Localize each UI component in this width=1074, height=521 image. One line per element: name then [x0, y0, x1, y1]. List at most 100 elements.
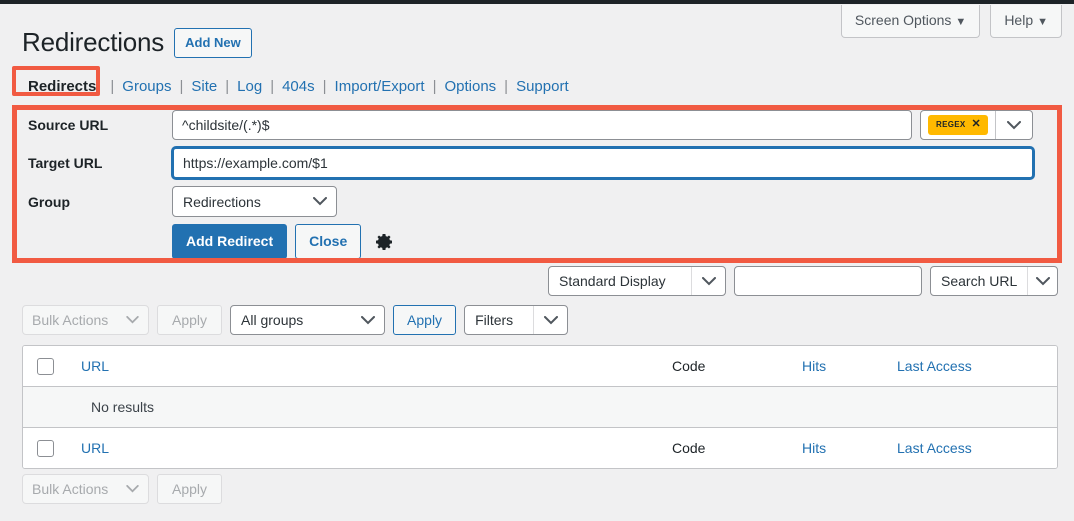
search-type-select[interactable]: Search URL — [930, 266, 1058, 296]
chevron-down-icon: ▼ — [1037, 16, 1048, 28]
chevron-down-icon — [691, 267, 725, 295]
table-empty-row: No results — [23, 387, 1057, 428]
column-header-url: URL — [81, 346, 672, 387]
subnav-separator: | — [173, 78, 189, 95]
search-type-value: Search URL — [931, 273, 1027, 289]
screen-options-button[interactable]: Screen Options▼ — [841, 5, 980, 38]
column-header-hits-link[interactable]: Hits — [802, 358, 826, 374]
subnav-item-redirects[interactable]: Redirects — [20, 74, 104, 99]
source-flags-dropdown-button[interactable] — [995, 111, 1032, 139]
column-footer-url-link[interactable]: URL — [81, 440, 109, 456]
subnav-separator: | — [317, 78, 333, 95]
subnav-item-groups[interactable]: Groups — [120, 78, 173, 95]
column-footer-hits: Hits — [802, 428, 897, 469]
subnav-separator: | — [427, 78, 443, 95]
subnav-item-404s[interactable]: 404s — [280, 78, 317, 95]
subnav-item-support[interactable]: Support — [514, 78, 571, 95]
filters-select[interactable]: Filters — [464, 305, 568, 335]
form-actions: Add Redirect Close — [17, 224, 1057, 259]
apply-group-filter-button[interactable]: Apply — [393, 305, 456, 335]
source-flags-group: REGEX ✕ — [920, 110, 1033, 140]
column-footer-last-access: Last Access — [897, 428, 1057, 469]
search-input[interactable] — [734, 266, 922, 296]
table-header-row: URL Code Hits Last Access — [23, 346, 1057, 387]
table-empty-message: No results — [23, 387, 1057, 428]
select-all-header — [23, 346, 81, 387]
add-new-button[interactable]: Add New — [174, 28, 252, 59]
column-header-hits: Hits — [802, 346, 897, 387]
subnav-separator: | — [264, 78, 280, 95]
close-button[interactable]: Close — [295, 224, 361, 259]
group-filter-value: All groups — [231, 312, 313, 328]
target-url-label: Target URL — [17, 155, 172, 171]
column-header-code: Code — [672, 346, 802, 387]
group-label: Group — [17, 194, 172, 210]
target-url-input[interactable] — [172, 147, 1034, 179]
help-label: Help — [1004, 12, 1033, 28]
chevron-down-icon — [126, 316, 148, 324]
bulk-actions-select-bottom[interactable]: Bulk Actions — [22, 474, 149, 504]
screen-meta-links: Screen Options▼ Help▼ — [841, 5, 1062, 38]
column-header-last-access: Last Access — [897, 346, 1057, 387]
subnav-item-options[interactable]: Options — [442, 78, 498, 95]
display-mode-select[interactable]: Standard Display — [548, 266, 726, 296]
gear-icon-glyph — [374, 232, 394, 252]
column-footer-last-access-link[interactable]: Last Access — [897, 440, 972, 456]
chevron-down-icon: ▼ — [955, 16, 966, 28]
select-all-checkbox-bottom[interactable] — [37, 440, 54, 457]
source-url-label: Source URL — [17, 117, 172, 133]
gear-icon[interactable] — [372, 232, 396, 252]
apply-bulk-button-bottom[interactable]: Apply — [157, 474, 222, 504]
target-url-row: Target URL — [17, 147, 1057, 179]
group-row: Group Redirections — [17, 186, 1057, 217]
select-all-checkbox-top[interactable] — [37, 358, 54, 375]
add-redirect-form: Source URL REGEX ✕ Target URL Group Redi… — [17, 110, 1057, 258]
page-title: Redirections — [22, 26, 164, 60]
display-filter-row: Standard Display Search URL — [548, 266, 1058, 296]
screen-options-label: Screen Options — [855, 12, 952, 28]
source-url-row: Source URL REGEX ✕ — [17, 110, 1057, 140]
close-icon[interactable]: ✕ — [972, 118, 982, 131]
subnav-item-site[interactable]: Site — [189, 78, 219, 95]
subnav-item-import-export[interactable]: Import/Export — [333, 78, 427, 95]
column-footer-code-label: Code — [672, 440, 705, 456]
bulk-actions-row-bottom: Bulk Actions Apply — [22, 474, 222, 504]
table-footer-row: URL Code Hits Last Access — [23, 428, 1057, 469]
admin-bar-edge — [0, 0, 1074, 4]
subnav-separator: | — [498, 78, 514, 95]
column-footer-code: Code — [672, 428, 802, 469]
bulk-actions-row-top: Bulk Actions Apply All groups Apply Filt… — [22, 305, 568, 335]
group-select-value: Redirections — [173, 194, 271, 210]
source-url-input[interactable] — [172, 110, 912, 140]
column-header-code-label: Code — [672, 358, 705, 374]
column-footer-hits-link[interactable]: Hits — [802, 440, 826, 456]
regex-badge-wrap: REGEX ✕ — [921, 111, 995, 139]
regex-badge[interactable]: REGEX ✕ — [928, 115, 988, 134]
redirects-table: URL Code Hits Last Access No results — [22, 345, 1058, 469]
subnav: Redirects | Groups | Site | Log | 404s |… — [20, 74, 571, 99]
chevron-down-icon — [1027, 267, 1057, 295]
subnav-separator: | — [104, 78, 120, 95]
page-header: Redirections Add New — [22, 26, 252, 60]
chevron-down-icon — [533, 306, 567, 334]
help-button[interactable]: Help ▼ — [990, 5, 1062, 38]
filters-value: Filters — [465, 312, 523, 328]
apply-bulk-button-top[interactable]: Apply — [157, 305, 222, 335]
bulk-actions-value: Bulk Actions — [23, 312, 117, 328]
column-header-url-link[interactable]: URL — [81, 358, 109, 374]
group-select[interactable]: Redirections — [172, 186, 337, 217]
column-header-last-access-link[interactable]: Last Access — [897, 358, 972, 374]
display-mode-value: Standard Display — [549, 273, 676, 289]
group-filter-select[interactable]: All groups — [230, 305, 385, 335]
subnav-item-log[interactable]: Log — [235, 78, 264, 95]
add-redirect-button[interactable]: Add Redirect — [172, 224, 287, 259]
bulk-actions-value-bottom: Bulk Actions — [23, 481, 117, 497]
chevron-down-icon — [126, 485, 148, 493]
bulk-actions-select-top[interactable]: Bulk Actions — [22, 305, 149, 335]
subnav-separator: | — [219, 78, 235, 95]
chevron-down-icon — [1007, 121, 1021, 130]
chevron-down-icon — [313, 197, 336, 206]
select-all-footer — [23, 428, 81, 469]
column-footer-url: URL — [81, 428, 672, 469]
chevron-down-icon — [361, 316, 384, 325]
